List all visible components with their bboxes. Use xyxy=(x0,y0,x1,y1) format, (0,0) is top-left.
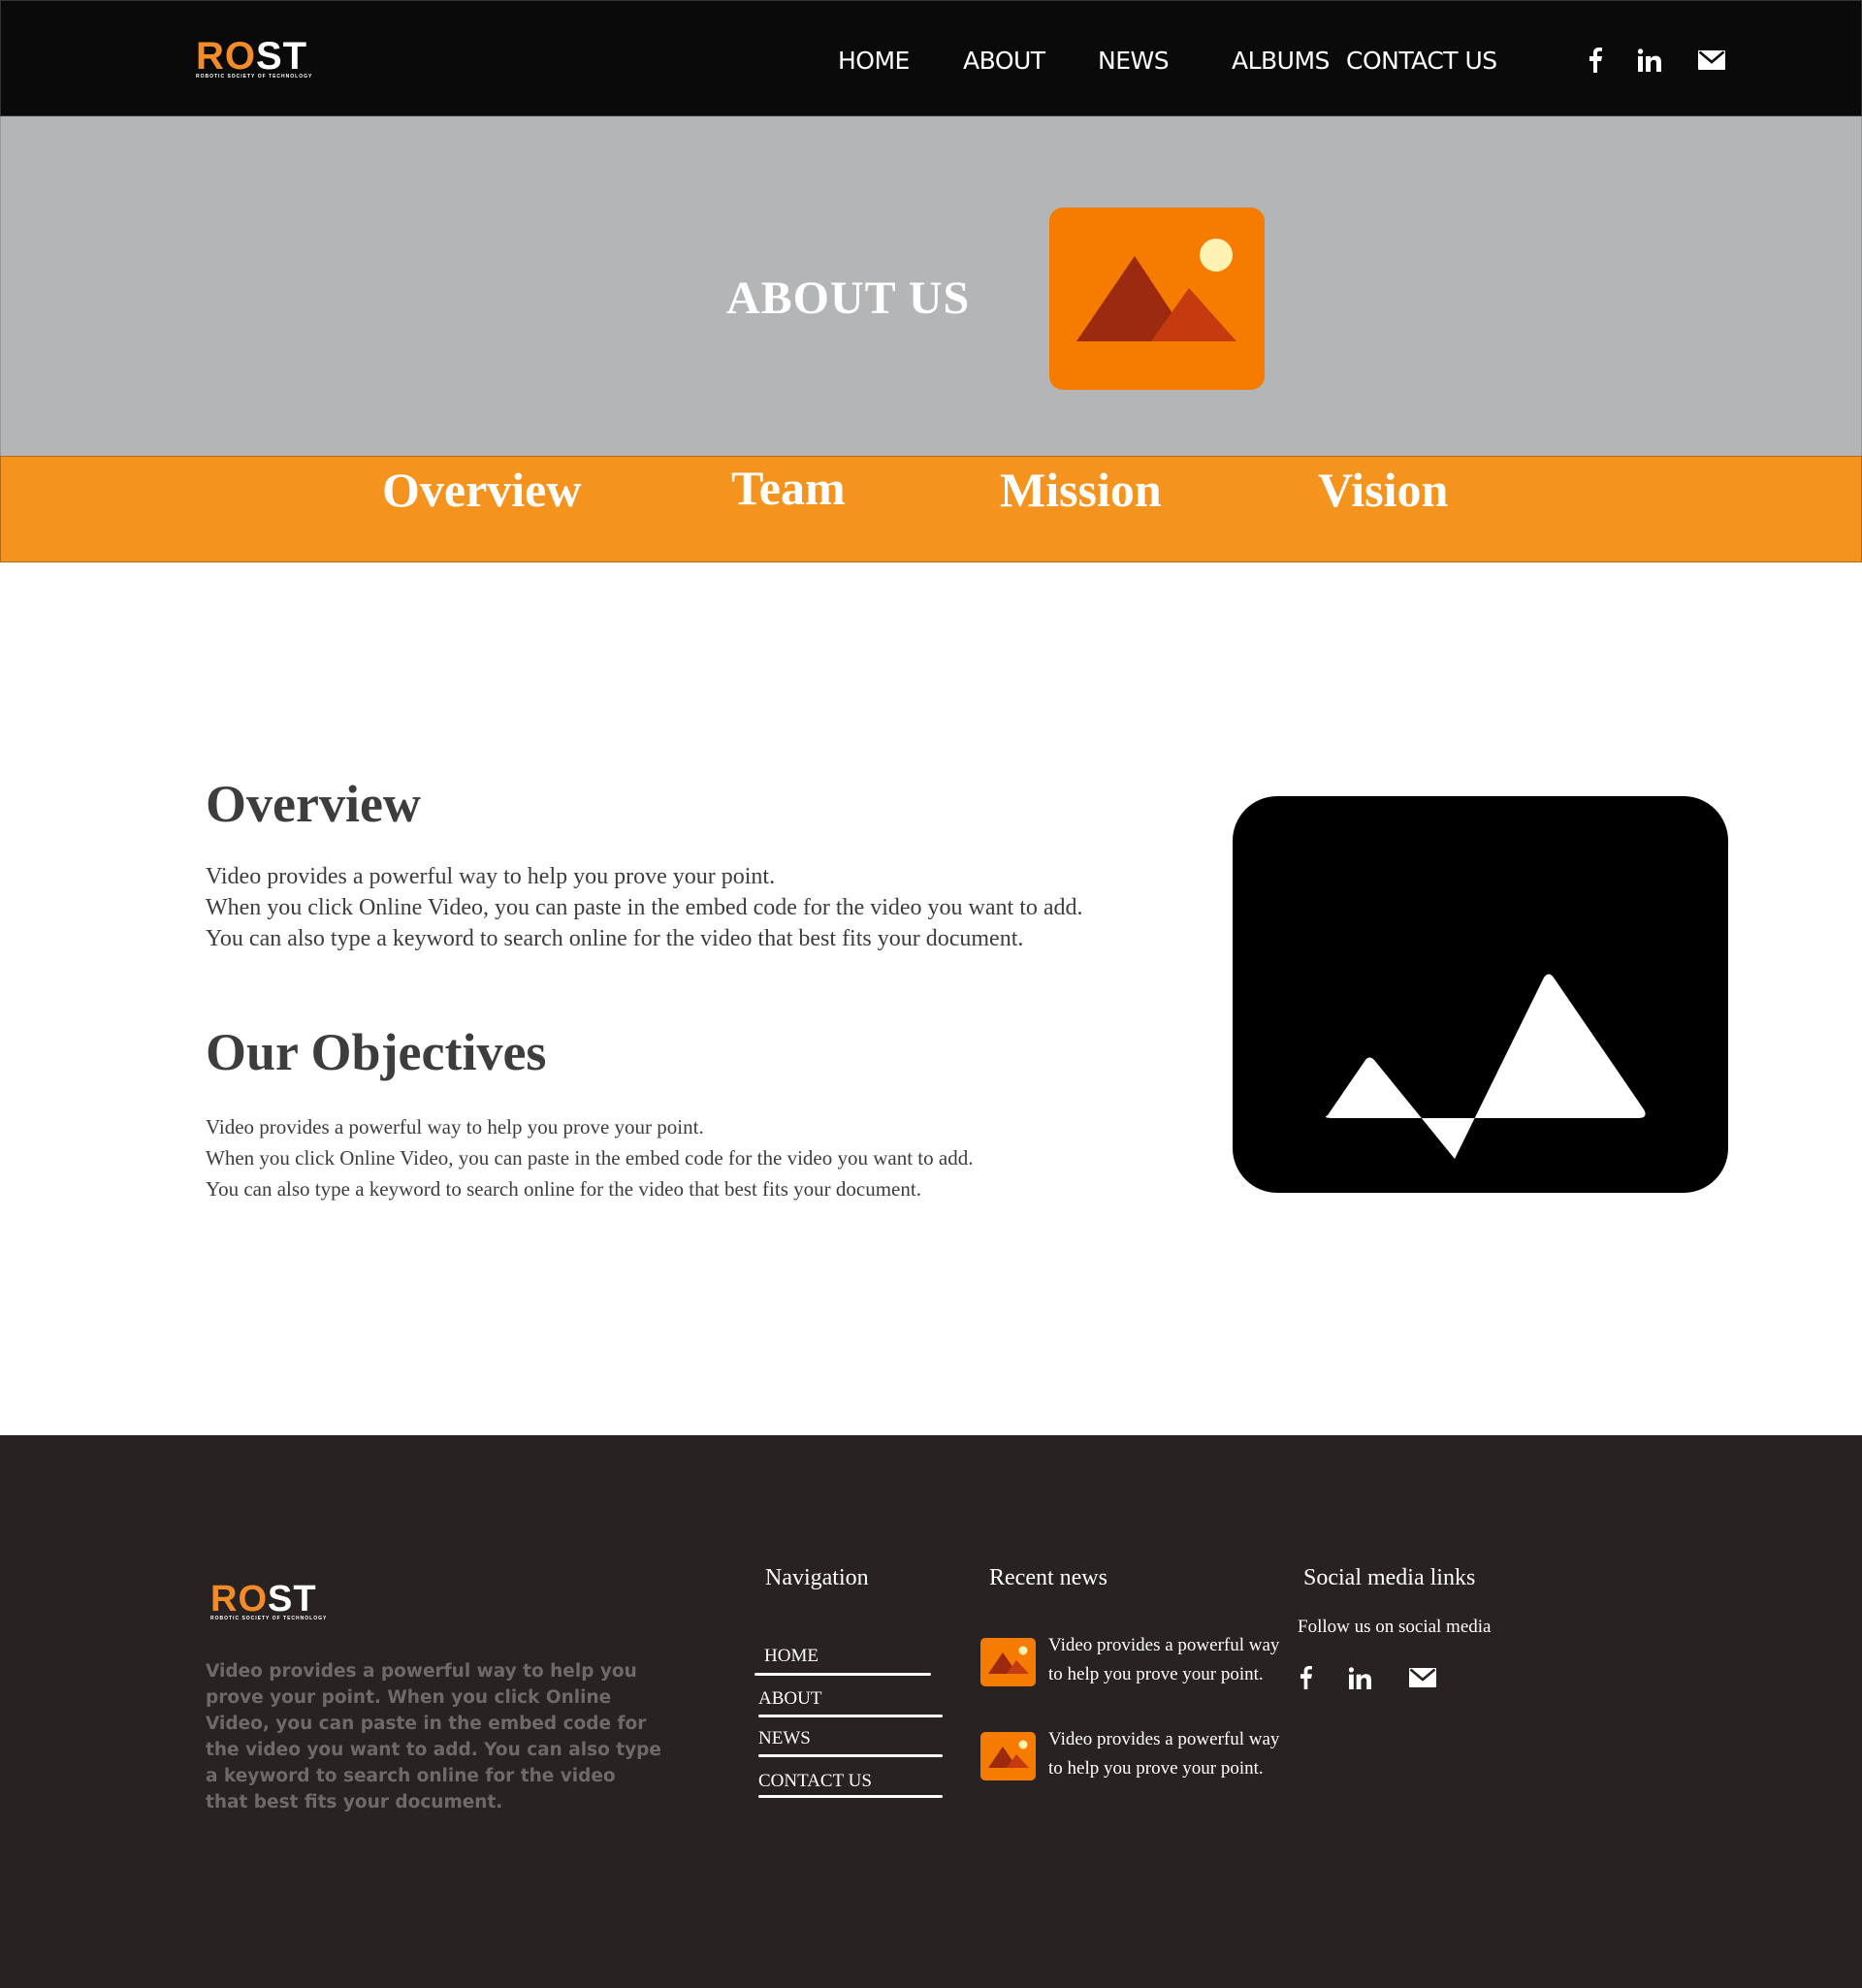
facebook-icon[interactable] xyxy=(1298,1664,1313,1691)
objectives-line: Video provides a powerful way to help yo… xyxy=(206,1115,704,1138)
objectives-text: Video provides a powerful way to help yo… xyxy=(206,1111,973,1204)
logo-tagline: ROBOTIC SOCIETY OF TECHNOLOGY xyxy=(210,1616,328,1621)
footer-nav-contact-us[interactable]: CONTACT US xyxy=(758,1771,872,1792)
nav-albums[interactable]: ALBUMS xyxy=(1232,47,1330,75)
nav-news[interactable]: NEWS xyxy=(1098,47,1170,75)
nav-contact-us[interactable]: CONTACT US xyxy=(1346,47,1497,75)
divider xyxy=(758,1754,943,1757)
page-title: ABOUT US xyxy=(726,273,971,324)
logo-mark: ROST xyxy=(210,1579,317,1619)
linkedin-icon[interactable] xyxy=(1347,1664,1372,1691)
footer-nav-home[interactable]: HOME xyxy=(764,1646,819,1667)
image-placeholder-icon xyxy=(1049,208,1265,390)
objectives-heading: Our Objectives xyxy=(206,1023,547,1081)
nav-home[interactable]: HOME xyxy=(838,47,910,75)
overview-line: Video provides a powerful way to help yo… xyxy=(206,864,776,889)
logo-tagline: ROBOTIC SOCIETY OF TECHNOLOGY xyxy=(196,74,313,80)
divider xyxy=(758,1795,943,1798)
footer-logo[interactable]: ROST ROBOTIC SOCIETY OF TECHNOLOGY xyxy=(210,1581,327,1625)
follow-us-text: Follow us on social media xyxy=(1298,1617,1492,1637)
divider xyxy=(758,1715,943,1717)
footer-nav-about[interactable]: ABOUT xyxy=(758,1688,821,1710)
news-thumbnail-icon[interactable] xyxy=(980,1638,1036,1686)
overview-line: When you click Online Video, you can pas… xyxy=(206,895,1083,920)
facebook-icon[interactable] xyxy=(1587,45,1604,76)
linkedin-icon[interactable] xyxy=(1636,45,1663,76)
tab-team[interactable]: Team xyxy=(731,460,846,516)
divider xyxy=(754,1673,931,1676)
footer-recent-news-heading: Recent news xyxy=(989,1565,1108,1590)
nav-about[interactable]: ABOUT xyxy=(963,47,1045,75)
tab-mission[interactable]: Mission xyxy=(1000,462,1162,518)
footer-navigation-heading: Navigation xyxy=(765,1565,869,1590)
news-thumbnail-icon[interactable] xyxy=(980,1732,1036,1780)
logo-mark: ROST xyxy=(196,35,308,78)
news-item-text[interactable]: Video provides a powerful way to help yo… xyxy=(1048,1725,1281,1783)
footer-about-text: Video provides a powerful way to help yo… xyxy=(206,1661,661,1812)
tab-vision[interactable]: Vision xyxy=(1318,462,1448,518)
section-tab-bar xyxy=(0,456,1862,562)
objectives-line: You can also type a keyword to search on… xyxy=(206,1177,921,1201)
header-logo[interactable]: ROST ROBOTIC SOCIETY OF TECHNOLOGY xyxy=(196,37,312,83)
tab-overview[interactable]: Overview xyxy=(382,462,581,518)
mail-icon[interactable] xyxy=(1408,1664,1437,1691)
mail-icon[interactable] xyxy=(1697,45,1726,76)
overview-text: Video provides a powerful way to help yo… xyxy=(206,861,1083,954)
overview-line: You can also type a keyword to search on… xyxy=(206,926,1024,951)
news-item-text[interactable]: Video provides a powerful way to help yo… xyxy=(1048,1631,1281,1689)
footer-nav-news[interactable]: NEWS xyxy=(758,1728,811,1749)
footer-social-heading: Social media links xyxy=(1303,1565,1476,1590)
image-placeholder-icon xyxy=(1233,796,1728,1193)
overview-heading: Overview xyxy=(206,775,421,833)
objectives-line: When you click Online Video, you can pas… xyxy=(206,1146,974,1170)
